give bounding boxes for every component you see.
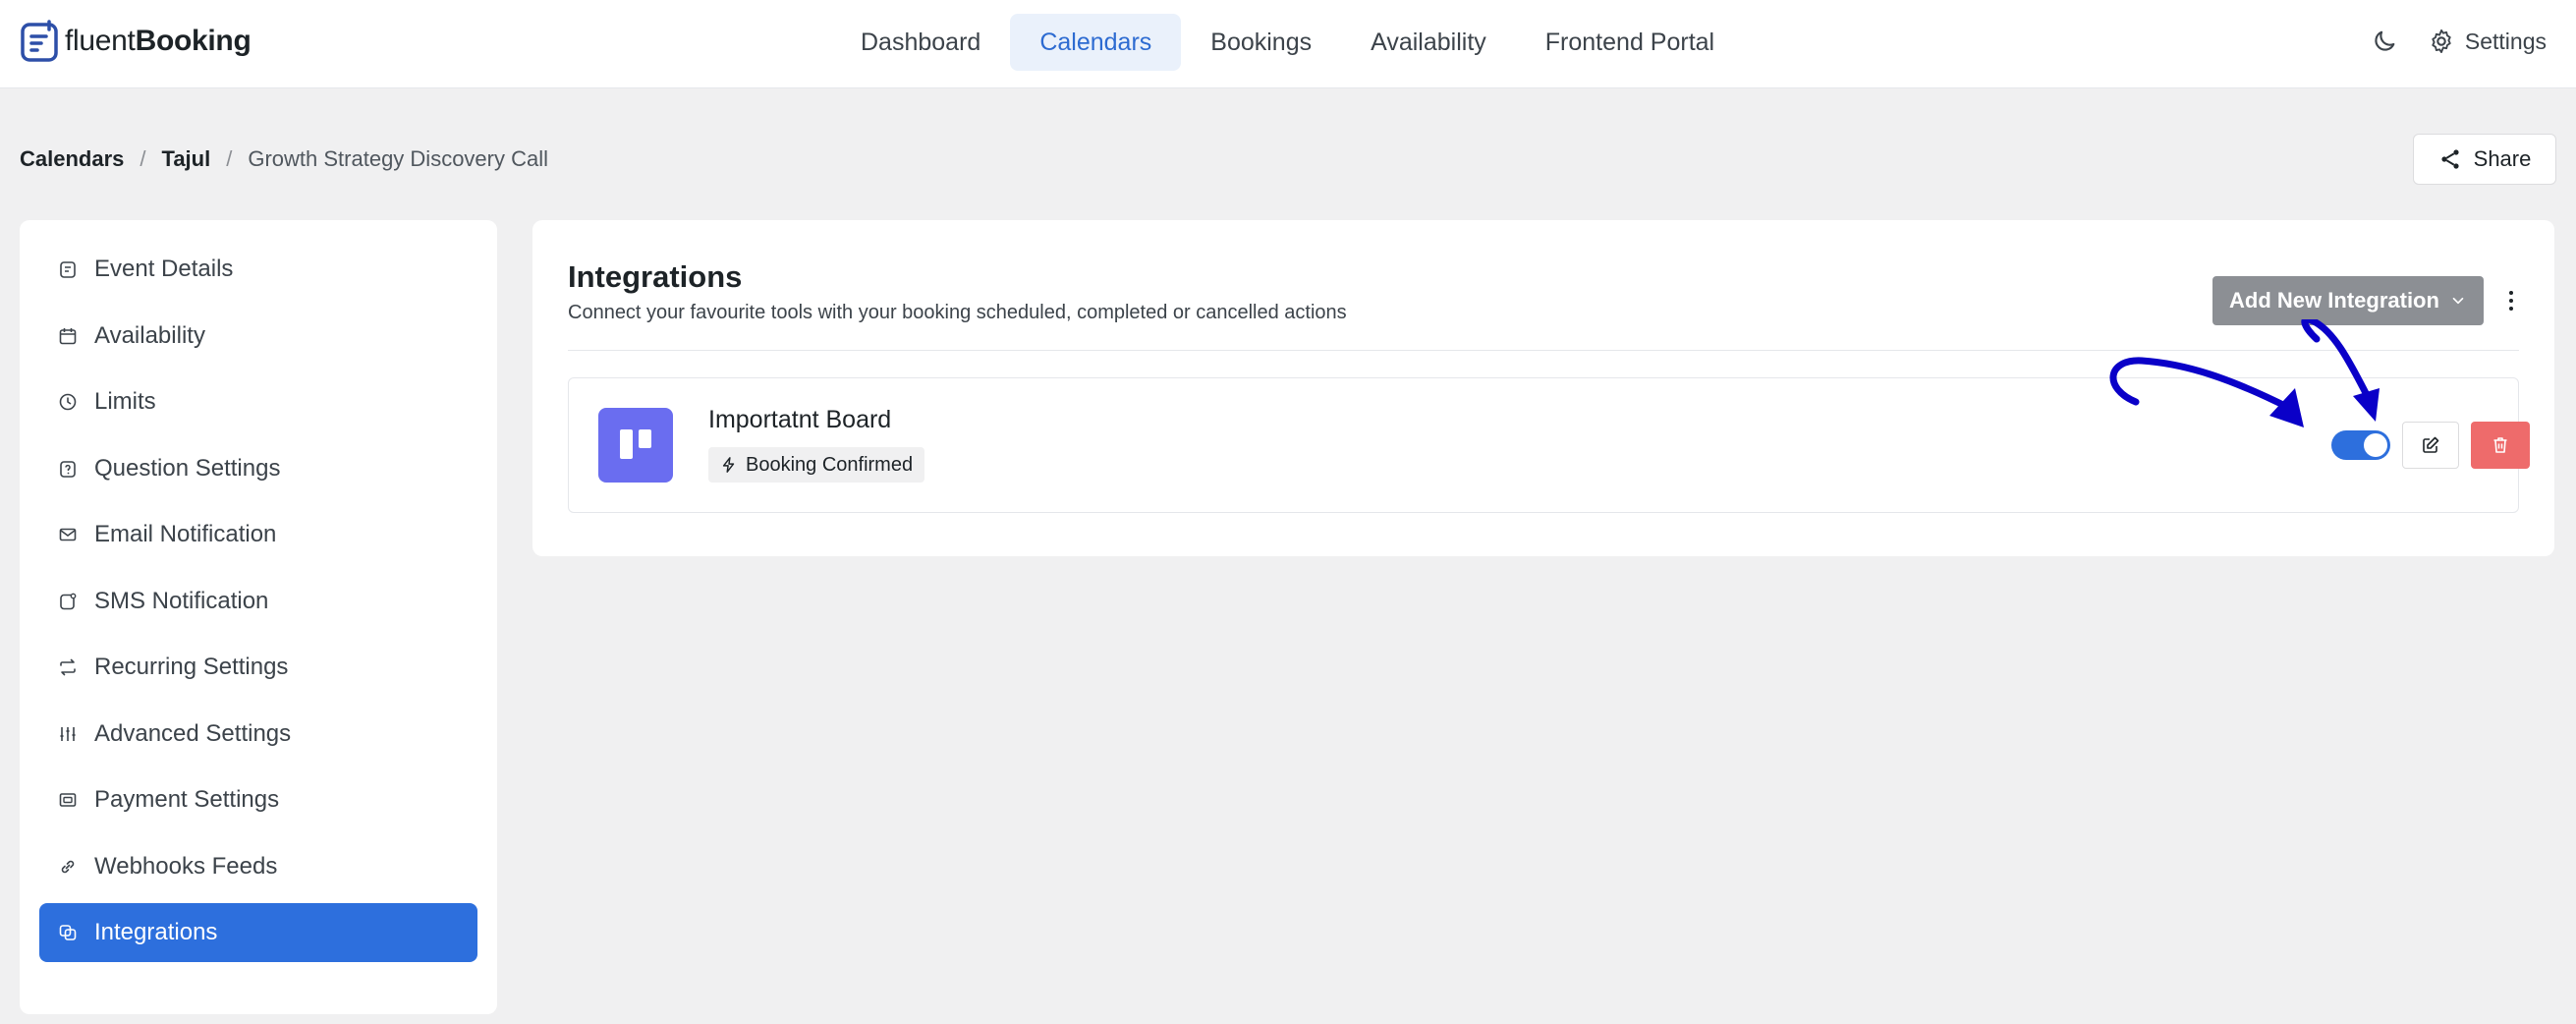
sidebar-item-label: SMS Notification [94,587,269,614]
sms-icon [57,591,79,612]
sidebar-item-email-notification[interactable]: Email Notification [39,505,477,564]
breadcrumb-current-event: Growth Strategy Discovery Call [248,146,549,171]
app-logo[interactable]: fluentBooking [20,20,252,63]
nav-calendars[interactable]: Calendars [1010,14,1182,71]
settings-link[interactable]: Settings [2428,28,2547,55]
integration-trigger-badge: Booking Confirmed [708,447,925,483]
integration-enabled-toggle[interactable] [2331,430,2390,460]
sidebar-item-question-settings[interactable]: Question Settings [39,439,477,498]
sidebar-item-limits[interactable]: Limits [39,372,477,431]
add-new-integration-button[interactable]: Add New Integration [2212,276,2484,325]
lightning-icon [722,457,735,473]
share-label: Share [2473,146,2532,171]
sidebar-item-webhooks-feeds[interactable]: Webhooks Feeds [39,837,477,896]
divider [568,350,2519,351]
mail-icon [57,524,79,545]
sidebar-item-label: Recurring Settings [94,654,289,680]
app-name: fluentBooking [65,25,252,57]
sidebar-item-label: Payment Settings [94,786,280,813]
sidebar-item-label: Limits [94,388,156,415]
theme-toggle-button[interactable] [2371,28,2398,55]
nav-frontend-portal[interactable]: Frontend Portal [1516,14,1744,71]
sidebar-item-payment-settings[interactable]: Payment Settings [39,770,477,829]
sidebar-item-recurring-settings[interactable]: Recurring Settings [39,638,477,697]
trash-icon [2493,437,2507,453]
chevron-down-icon [2452,297,2464,305]
edit-integration-button[interactable] [2402,422,2459,469]
sidebar-item-label: Question Settings [94,454,281,482]
sidebar-item-label: Event Details [94,256,234,282]
sidebar-item-availability[interactable]: Availability [39,307,477,366]
integrations-panel: Integrations Connect your favourite tool… [532,220,2554,556]
share-icon [2441,149,2459,169]
main-nav: Dashboard Calendars Bookings Availabilit… [831,14,1744,71]
edit-icon [2423,436,2439,453]
integration-trigger-label: Booking Confirmed [746,453,914,476]
repeat-icon [57,656,79,678]
calendar-icon [57,325,79,347]
gear-icon [2432,28,2451,54]
trello-logo-icon [598,408,673,483]
sidebar-item-label: Advanced Settings [94,719,292,747]
sidebar-item-label: Webhooks Feeds [94,852,278,880]
sidebar-item-event-details[interactable]: Event Details [39,240,477,299]
integrations-icon [57,922,79,943]
breadcrumb-separator: / [226,146,233,171]
top-navigation-bar: fluentBooking Dashboard Calendars Bookin… [0,0,2576,88]
integration-name: Importatnt Board [708,406,892,433]
integration-row: Importatnt Board Booking Confirmed [568,377,2530,513]
clock-icon [57,391,79,413]
nav-bookings[interactable]: Bookings [1181,14,1341,71]
breadcrumb: Calendars / Tajul / Growth Strategy Disc… [20,143,548,175]
sidebar-item-label: Availability [94,321,205,349]
page-subtitle: Connect your favourite tools with your b… [568,302,1347,323]
delete-integration-button[interactable] [2471,422,2530,469]
breadcrumb-calendars[interactable]: Calendars [20,146,124,172]
event-settings-sidebar: Event Details Availability Limits Questi… [20,220,497,1014]
moon-icon [2375,30,2395,51]
more-options-icon[interactable] [2501,285,2521,316]
sliders-icon [57,723,79,745]
breadcrumb-calendar-owner[interactable]: Tajul [162,146,211,172]
payment-icon [57,789,79,811]
settings-label: Settings [2464,28,2547,54]
sidebar-item-label: Integrations [94,919,218,945]
nav-dashboard[interactable]: Dashboard [831,14,1010,71]
sidebar-item-integrations[interactable]: Integrations [39,903,477,962]
sidebar-item-advanced-settings[interactable]: Advanced Settings [39,705,477,764]
page-title: Integrations [568,259,743,294]
question-icon [57,458,79,480]
breadcrumb-separator: / [140,146,146,171]
nav-availability[interactable]: Availability [1341,14,1516,71]
add-new-integration-label: Add New Integration [2229,288,2439,313]
top-right-actions: Settings [2371,24,2547,59]
fluent-booking-logo-icon [21,20,58,62]
share-button[interactable]: Share [2413,134,2556,185]
sidebar-item-label: Email Notification [94,521,277,547]
link-icon [57,856,79,878]
event-details-icon [57,258,79,280]
sidebar-item-sms-notification[interactable]: SMS Notification [39,572,477,631]
